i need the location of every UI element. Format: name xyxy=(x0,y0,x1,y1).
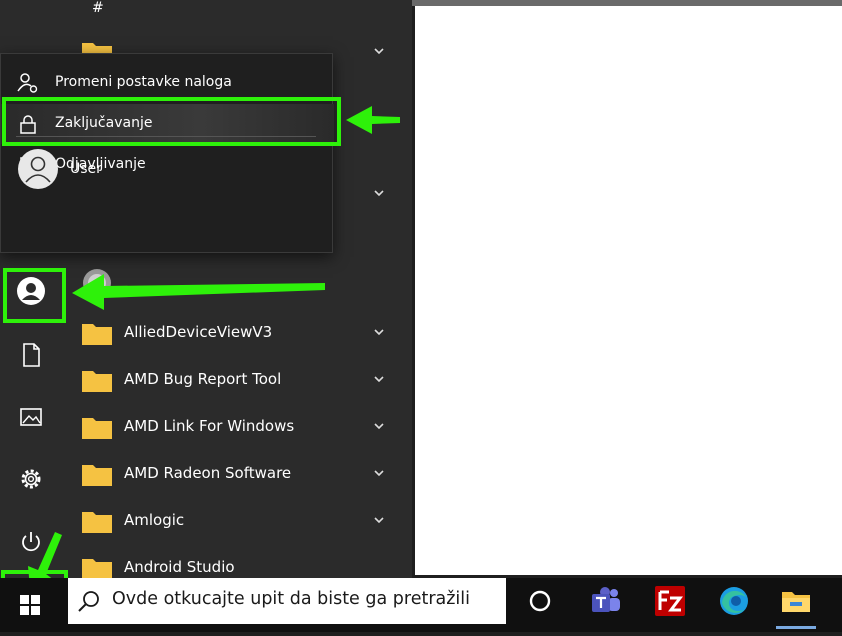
file-explorer-icon[interactable] xyxy=(778,583,814,619)
edge-icon[interactable] xyxy=(716,583,752,619)
teams-icon[interactable] xyxy=(588,583,624,619)
start-button[interactable] xyxy=(0,578,64,632)
active-app-indicator xyxy=(776,626,816,629)
search-icon xyxy=(78,591,99,612)
arrow-avatar xyxy=(72,274,325,310)
filezilla-icon[interactable] xyxy=(652,583,688,619)
annotation-arrows xyxy=(28,106,400,588)
search-placeholder: Ovde otkucajte upit da biste ga pretraži… xyxy=(112,589,471,609)
windows-icon xyxy=(20,595,40,615)
arrow-lock xyxy=(346,106,400,134)
cortana-icon[interactable] xyxy=(522,583,558,619)
